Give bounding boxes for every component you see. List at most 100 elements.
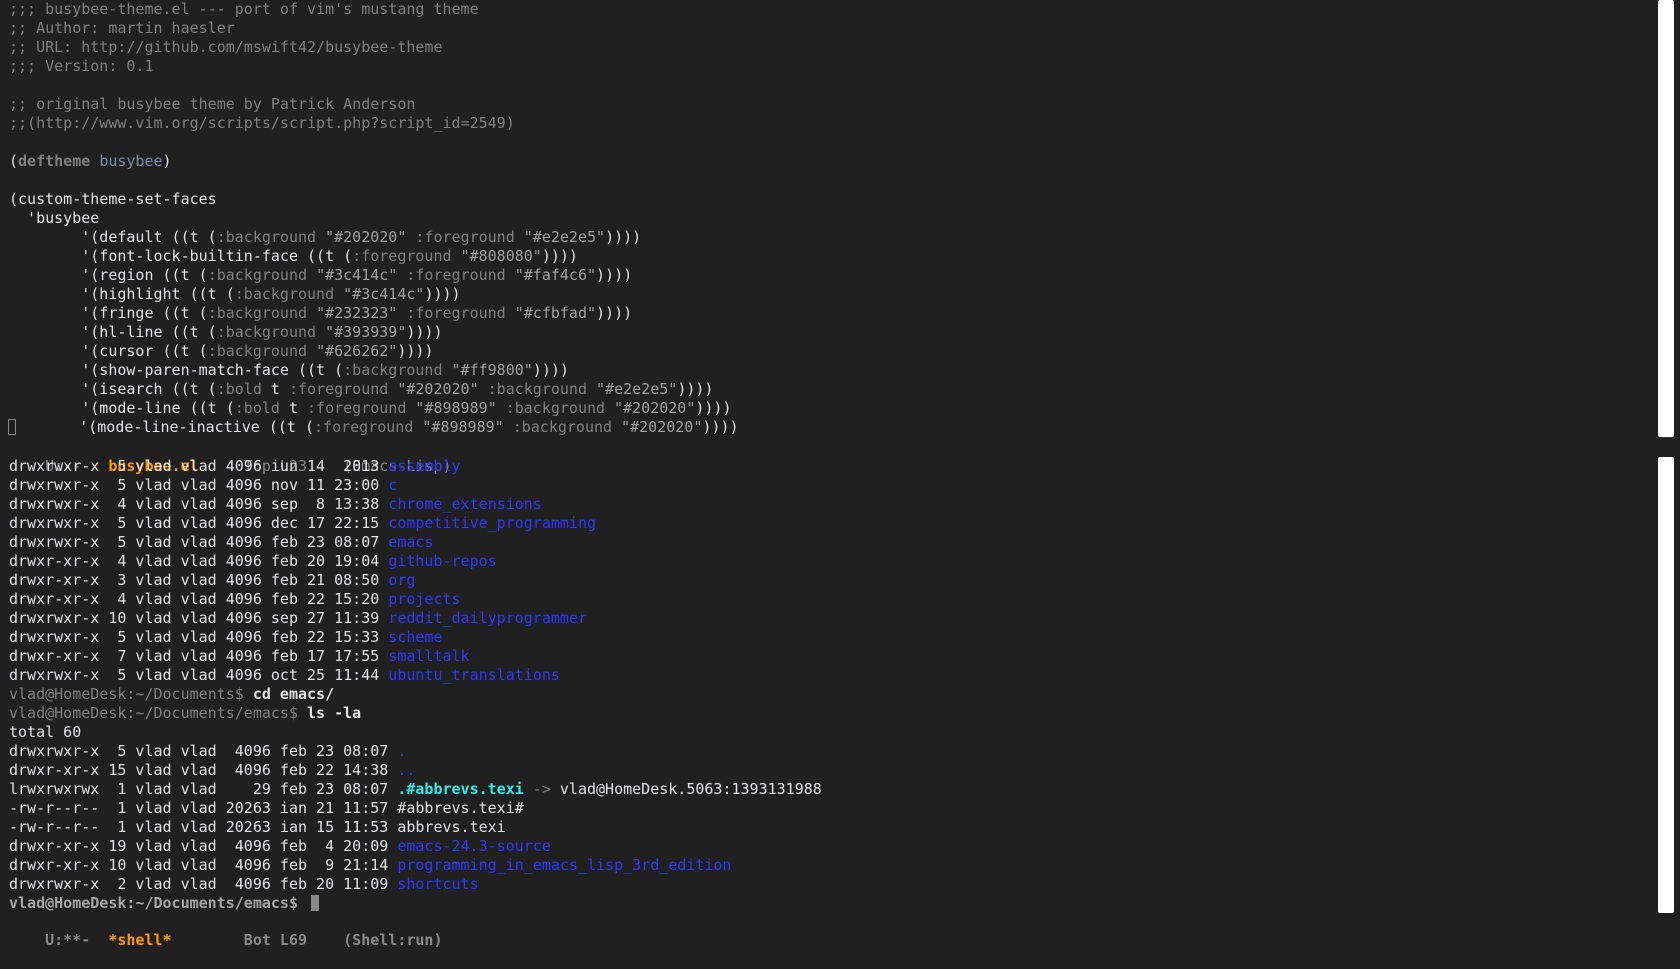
code-line: '(default ((t (:background "#202020" :fo…	[0, 228, 1656, 247]
shell-output-line-segment: cd emacs/	[252, 685, 335, 703]
modeline-major-mode[interactable]: (Shell:run)	[343, 931, 442, 949]
shell-pane[interactable]: drwxrwxr-x 5 vlad vlad 4096 iun 14 2013 …	[0, 457, 1656, 926]
code-line-segment	[307, 266, 316, 284]
shell-output-line-segment: drwxrwxr-x 5 vlad vlad 4096 feb 22 15:33	[9, 628, 389, 646]
shell-output-line: drwxrwxr-x 5 vlad vlad 4096 dec 17 22:15…	[0, 514, 1656, 533]
shell-output-line-segment: reddit_dailyprogrammer	[388, 609, 587, 627]
code-line-segment: '(mode-line-inactive ((t (	[16, 418, 315, 436]
code-line-segment: :background	[343, 361, 443, 379]
code-line-segment: "#e2e2e5"	[596, 380, 678, 398]
shell-output-line: drwxr-xr-x 10 vlad vlad 4096 feb 9 21:14…	[0, 856, 1656, 875]
shell-output-line: drwxr-xr-x 3 vlad vlad 4096 feb 21 08:50…	[0, 571, 1656, 590]
emacs-frame: ;;; busybee-theme.el --- port of vim's m…	[0, 0, 1680, 963]
shell-output-line-segment: competitive_programming	[388, 514, 597, 532]
code-line-segment: :background	[207, 266, 308, 284]
code-line-segment: '(highlight ((t (	[9, 285, 235, 303]
code-line-segment: ;; original busybee theme by Patrick And…	[9, 95, 416, 113]
shell-scrollbar-thumb[interactable]	[1658, 457, 1674, 913]
code-line: '(show-paren-match-face ((t (:background…	[0, 361, 1656, 380]
shell-output-line-segment: smalltalk	[388, 647, 470, 665]
shell-output-line: vlad@HomeDesk:~/Documents$ cd emacs/	[0, 685, 1656, 704]
shell-output-line-segment: drwxrwxr-x 5 vlad vlad 4096 iun 14 2013	[9, 457, 389, 475]
shell-output-line-segment: vlad@HomeDesk:~/Documents$	[9, 685, 253, 703]
code-line-segment: '(cursor ((t (	[9, 342, 208, 360]
shell-output-line: drwxrwxr-x 4 vlad vlad 4096 sep 8 13:38 …	[0, 495, 1656, 514]
shell-scrollbar[interactable]	[1658, 457, 1674, 913]
code-line: ;;; Version: 0.1	[0, 57, 1656, 76]
code-line: ;;(http://www.vim.org/scripts/script.php…	[0, 114, 1656, 133]
code-line-segment: ;; Author: martin haesler	[9, 19, 235, 37]
shell-output-line-segment: vlad@HomeDesk:~/Documents/emacs$	[9, 704, 308, 722]
code-line-segment: t	[261, 380, 289, 398]
code-line-segment: ))))	[541, 247, 578, 265]
code-line-segment	[442, 361, 451, 379]
modeline-buffer-name[interactable]: *shell*	[108, 931, 171, 949]
code-line: 'busybee	[0, 209, 1656, 228]
editor-scrollbar-thumb[interactable]	[1658, 0, 1674, 437]
shell-output-line-segment: drwxrwxr-x 2 vlad vlad 4096 feb 20 11:09	[9, 875, 398, 893]
code-line-segment: :bold	[216, 380, 262, 398]
code-line-segment	[316, 228, 325, 246]
code-line-segment: '(fringe ((t (	[9, 304, 208, 322]
shell-output-line-segment: ls -la	[307, 704, 362, 722]
shell-output-line-segment: vlad@HomeDesk.5063:1393131988	[559, 780, 822, 798]
code-line-segment: "#faf4c6"	[514, 266, 597, 284]
shell-output-line-segment: scheme	[388, 628, 443, 646]
code-line-segment: "#626262"	[316, 342, 398, 360]
shell-output-line-segment: c	[388, 476, 398, 494]
shell-output-line: lrwxrwxrwx 1 vlad vlad 29 feb 23 08:07 .…	[0, 780, 1656, 799]
code-line-segment: ))))	[596, 266, 633, 284]
code-line-segment: '(show-paren-match-face ((t (	[9, 361, 344, 379]
code-line-segment: ))))	[702, 418, 739, 436]
shell-output-line: drwxrwxr-x 5 vlad vlad 4096 feb 22 15:33…	[0, 628, 1656, 647]
code-line-segment: ))))	[406, 323, 443, 341]
code-line-segment: '(mode-line ((t (	[9, 399, 235, 417]
code-line-segment: "#808080"	[460, 247, 542, 265]
code-line-segment: ;;(http://www.vim.org/scripts/script.php…	[9, 114, 515, 132]
code-line-segment	[497, 399, 506, 417]
code-line: '(mode-line-inactive ((t (:foreground "#…	[0, 418, 1656, 437]
code-line-segment: "#898989"	[415, 399, 497, 417]
shell-output-line-segment: emacs-24.3-source	[397, 837, 551, 855]
code-line-segment	[334, 285, 343, 303]
code-line-segment: '(isearch ((t (	[9, 380, 217, 398]
code-line-segment: :bold	[234, 399, 280, 417]
modeline-position: Bot L69	[171, 931, 344, 949]
code-line-segment: '(default ((t (	[9, 228, 217, 246]
editor-scrollbar[interactable]	[1658, 0, 1674, 438]
code-line-segment: 'busybee	[9, 209, 100, 227]
fringe-indicator-icon	[8, 419, 16, 435]
code-line-segment: :background	[512, 418, 613, 436]
shell-output-line: vlad@HomeDesk:~/Documents/emacs$ ls -la	[0, 704, 1656, 723]
shell-output-line-segment: drwxr-xr-x 19 vlad vlad 4096 feb 4 20:09	[9, 837, 398, 855]
code-line-segment: "#393939"	[325, 323, 407, 341]
shell-output-line: -rw-r--r-- 1 vlad vlad 20263 ian 21 11:5…	[0, 799, 1656, 818]
code-line: ;; Author: martin haesler	[0, 19, 1656, 38]
shell-output-line-segment: projects	[388, 590, 461, 608]
shell-output-line: drwxrwxr-x 5 vlad vlad 4096 iun 14 2013 …	[0, 457, 1656, 476]
shell-modeline: U:**- *shell* Bot L69 (Shell:run)	[0, 912, 1665, 949]
code-line-segment: :background	[216, 228, 317, 246]
code-line: '(cursor ((t (:background "#626262"))))	[0, 342, 1656, 361]
shell-output-line: drwxrwxr-x 5 vlad vlad 4096 nov 11 23:00…	[0, 476, 1656, 495]
code-line-segment	[506, 304, 515, 322]
code-line: ;;; busybee-theme.el --- port of vim's m…	[0, 0, 1656, 19]
shell-output-line-segment: drwxrwxr-x 5 vlad vlad 4096 oct 25 11:44	[9, 666, 389, 684]
shell-output-line: drwxr-xr-x 4 vlad vlad 4096 feb 20 19:04…	[0, 552, 1656, 571]
code-line-segment: "#e2e2e5"	[523, 228, 606, 246]
code-line-segment: :foreground	[415, 228, 515, 246]
shell-output-line-segment: drwxr-xr-x 4 vlad vlad 4096 feb 20 19:04	[9, 552, 389, 570]
code-line-segment: :foreground	[288, 380, 389, 398]
code-line-segment	[388, 380, 397, 398]
shell-output-line-segment: drwxr-xr-x 3 vlad vlad 4096 feb 21 08:50	[9, 571, 389, 589]
shell-output-line-segment: drwxrwxr-x 5 vlad vlad 4096 dec 17 22:15	[9, 514, 389, 532]
shell-output-line-segment: org	[388, 571, 416, 589]
code-line-segment: t	[279, 399, 308, 417]
code-line-segment: "#202020"	[397, 380, 479, 398]
code-line-segment: "#3c414c"	[316, 266, 398, 284]
editor-pane[interactable]: ;;; busybee-theme.el --- port of vim's m…	[0, 0, 1656, 438]
code-line-segment: :background	[216, 323, 317, 341]
shell-output-line-segment: drwxr-xr-x 7 vlad vlad 4096 feb 17 17:55	[9, 647, 389, 665]
code-line-segment: :foreground	[314, 418, 414, 436]
